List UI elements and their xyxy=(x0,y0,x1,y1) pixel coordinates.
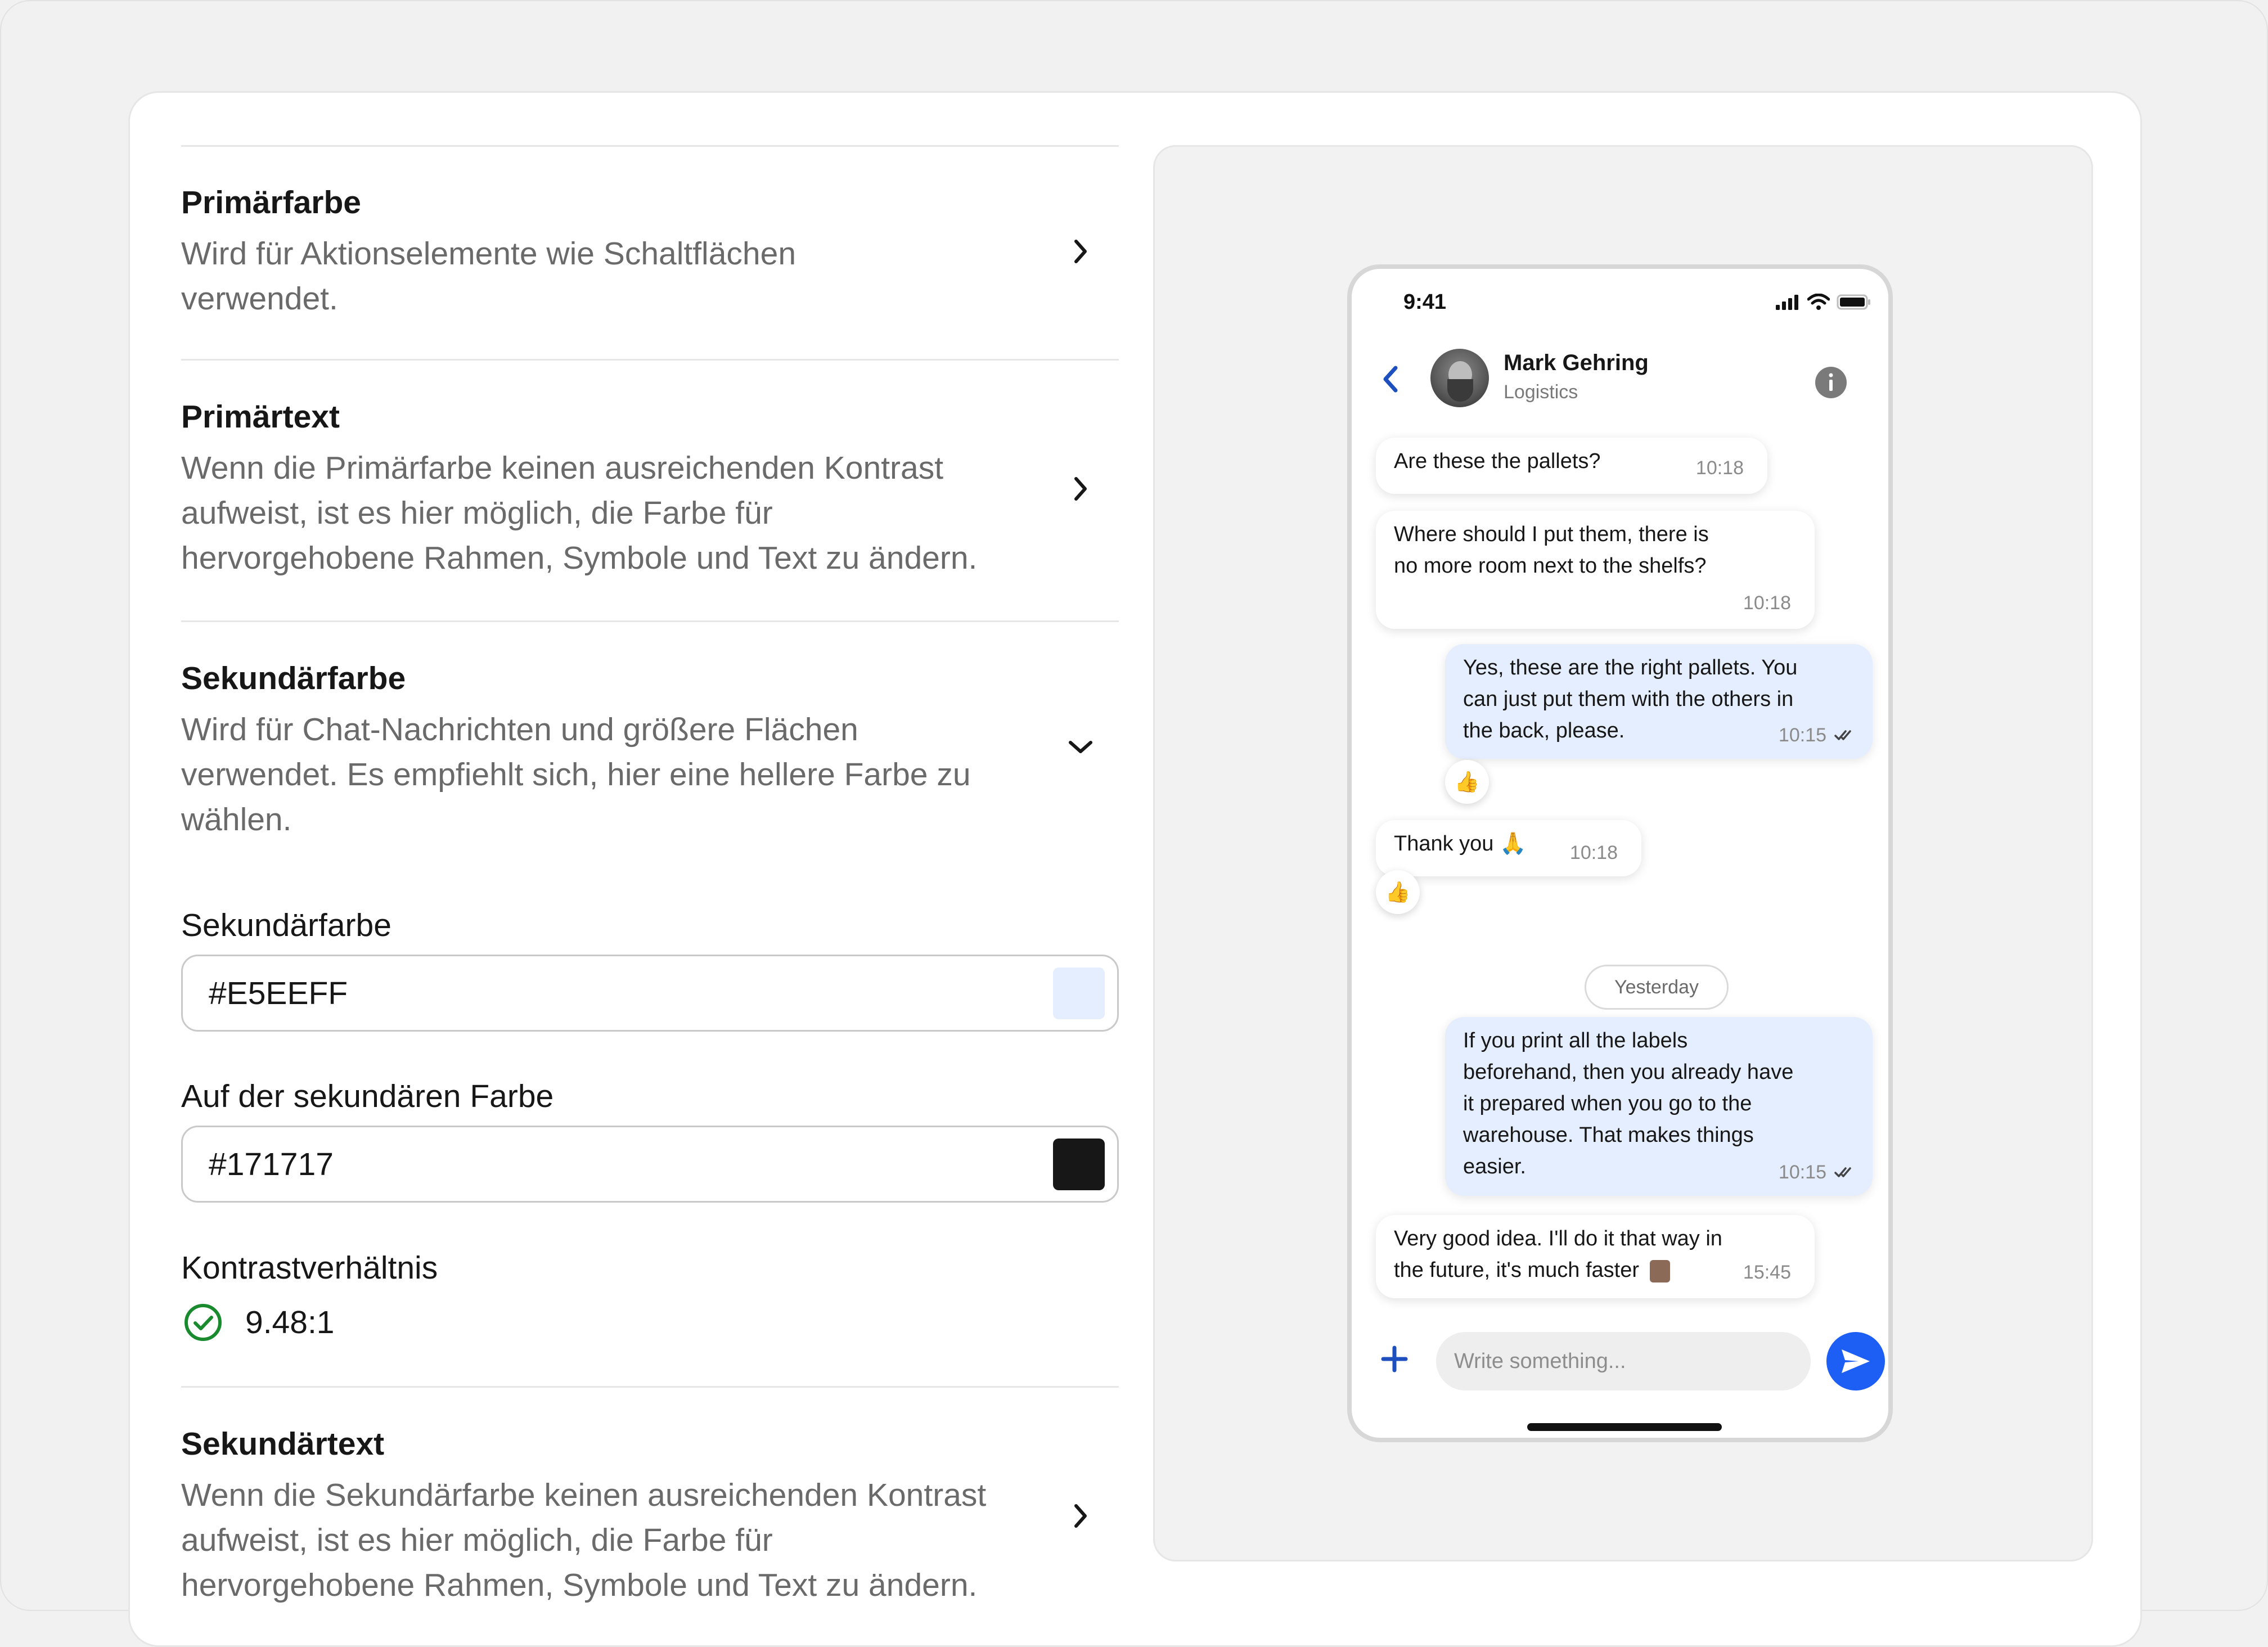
setting-title: Sekundärtext xyxy=(181,1426,385,1462)
back-arrow-icon[interactable] xyxy=(1381,364,1399,397)
message-outgoing[interactable]: If you print all the labels beforehand, … xyxy=(1445,1017,1873,1196)
message-text: can just put them with the others in xyxy=(1463,687,1794,711)
setting-title: Primärfarbe xyxy=(181,184,361,220)
on-secondary-color-label: Auf der sekundären Farbe xyxy=(181,1078,554,1114)
secondary-color-swatch[interactable] xyxy=(1053,968,1105,1019)
settings-column: Primärfarbe Wird für Aktionselemente wie… xyxy=(181,145,1119,1624)
chevron-down-icon[interactable] xyxy=(1068,735,1093,759)
reaction-thumbs-up[interactable]: 👍 xyxy=(1376,870,1420,914)
secondary-color-input[interactable]: #E5EEFF xyxy=(181,955,1119,1032)
on-secondary-color-input[interactable]: #171717 xyxy=(181,1126,1119,1203)
avatar[interactable] xyxy=(1430,349,1489,407)
message-time: 10:18 xyxy=(1695,457,1744,479)
message-time: 15:45 xyxy=(1743,1262,1791,1283)
wifi-icon xyxy=(1807,294,1830,310)
battery-icon xyxy=(1837,294,1870,310)
setting-secondary-text[interactable]: Sekundärtext Wenn die Sekundärfarbe kein… xyxy=(181,1388,1119,1624)
message-time: 10:18 xyxy=(1743,592,1791,614)
setting-primary-color[interactable]: Primärfarbe Wird für Aktionselemente wie… xyxy=(181,147,1119,359)
setting-secondary-color-header[interactable]: Sekundärfarbe Wird für Chat-Nachrichten … xyxy=(181,622,1119,858)
setting-primary-text[interactable]: Primärtext Wenn die Primärfarbe keinen a… xyxy=(181,361,1119,620)
message-text: easier. xyxy=(1463,1155,1526,1178)
double-check-icon xyxy=(1834,730,1851,740)
message-text: no more room next to the shelfs? xyxy=(1394,554,1707,578)
settings-card: Primärfarbe Wird für Aktionselemente wie… xyxy=(128,91,2142,1647)
secondary-color-label: Sekundärfarbe xyxy=(181,907,392,943)
home-indicator xyxy=(1527,1423,1722,1431)
contact-role: Logistics xyxy=(1504,381,1578,403)
message-input-placeholder: Write something... xyxy=(1454,1349,1626,1373)
message-time: 10:15 xyxy=(1778,1162,1826,1183)
signal-icon xyxy=(1776,295,1798,310)
message-text: it prepared when you go to the xyxy=(1463,1092,1752,1115)
message-text: warehouse. That makes things xyxy=(1463,1123,1754,1147)
message-input[interactable]: Write something... xyxy=(1436,1332,1811,1390)
plus-icon[interactable] xyxy=(1379,1343,1410,1378)
contact-name: Mark Gehring xyxy=(1504,350,1649,375)
send-button[interactable] xyxy=(1826,1332,1885,1390)
setting-description: Wird für Aktionselemente wie Schaltfläch… xyxy=(181,236,796,317)
message-incoming[interactable]: Thank you 🙏 10:18 xyxy=(1376,820,1641,876)
chevron-right-icon[interactable] xyxy=(1068,239,1093,264)
message-outgoing[interactable]: Yes, these are the right pallets. You ca… xyxy=(1445,644,1873,759)
person-emoji-icon xyxy=(1649,1259,1670,1282)
setting-description: Wenn die Primärfarbe keinen ausreichende… xyxy=(181,450,978,576)
message-meta: 10:15 xyxy=(1779,1156,1857,1188)
message-incoming[interactable]: Where should I put them, there is no mor… xyxy=(1376,511,1815,629)
info-icon[interactable] xyxy=(1814,366,1848,402)
contrast-ratio-row: 9.48:1 xyxy=(183,1303,334,1342)
setting-description: Wird für Chat-Nachrichten und größere Fl… xyxy=(181,712,971,838)
message-text: the back, please. xyxy=(1463,719,1625,742)
message-text: Very good idea. I'll do it that way in xyxy=(1394,1227,1722,1250)
reaction-thumbs-up[interactable]: 👍 xyxy=(1445,760,1489,804)
status-icons xyxy=(1775,294,1871,310)
phone-mockup: 9:41 Mark Gehring Logistics Are these th… xyxy=(1347,264,1893,1442)
message-incoming[interactable]: Very good idea. I'll do it that way in t… xyxy=(1376,1215,1815,1298)
send-icon xyxy=(1842,1349,1870,1373)
input-value: #E5EEFF xyxy=(209,975,348,1011)
chevron-right-icon[interactable] xyxy=(1068,476,1093,501)
chevron-right-icon[interactable] xyxy=(1068,1504,1093,1528)
message-time: 10:15 xyxy=(1778,724,1826,746)
setting-description: Wenn die Sekundärfarbe keinen ausreichen… xyxy=(181,1477,987,1603)
day-separator: Yesterday xyxy=(1585,965,1729,1010)
setting-secondary-color: Sekundärfarbe Wird für Chat-Nachrichten … xyxy=(181,622,1119,1386)
message-incoming[interactable]: Are these the pallets? 10:18 xyxy=(1376,438,1767,494)
message-text: Thank you 🙏 xyxy=(1394,832,1527,856)
message-text: Are these the pallets? xyxy=(1394,449,1601,473)
message-meta: 10:15 xyxy=(1779,719,1857,751)
status-time: 9:41 xyxy=(1403,290,1447,314)
contrast-ratio-value: 9.48:1 xyxy=(245,1304,335,1340)
double-check-icon xyxy=(1834,1167,1851,1177)
message-time: 10:18 xyxy=(1569,842,1618,863)
setting-title: Sekundärfarbe xyxy=(181,660,406,696)
on-secondary-color-swatch[interactable] xyxy=(1053,1138,1105,1190)
setting-title: Primärtext xyxy=(181,399,340,435)
chat-preview-panel: 9:41 Mark Gehring Logistics Are these th… xyxy=(1153,145,2093,1562)
message-text: Yes, these are the right pallets. You xyxy=(1463,656,1798,680)
check-circle-icon xyxy=(184,1304,222,1341)
message-text: If you print all the labels xyxy=(1463,1029,1688,1052)
message-text: Where should I put them, there is xyxy=(1394,523,1709,546)
message-text: beforehand, then you already have xyxy=(1463,1060,1794,1084)
input-value: #171717 xyxy=(209,1146,334,1182)
message-text: the future, it's much faster xyxy=(1394,1258,1639,1282)
contrast-ratio-label: Kontrastverhältnis xyxy=(181,1250,438,1286)
